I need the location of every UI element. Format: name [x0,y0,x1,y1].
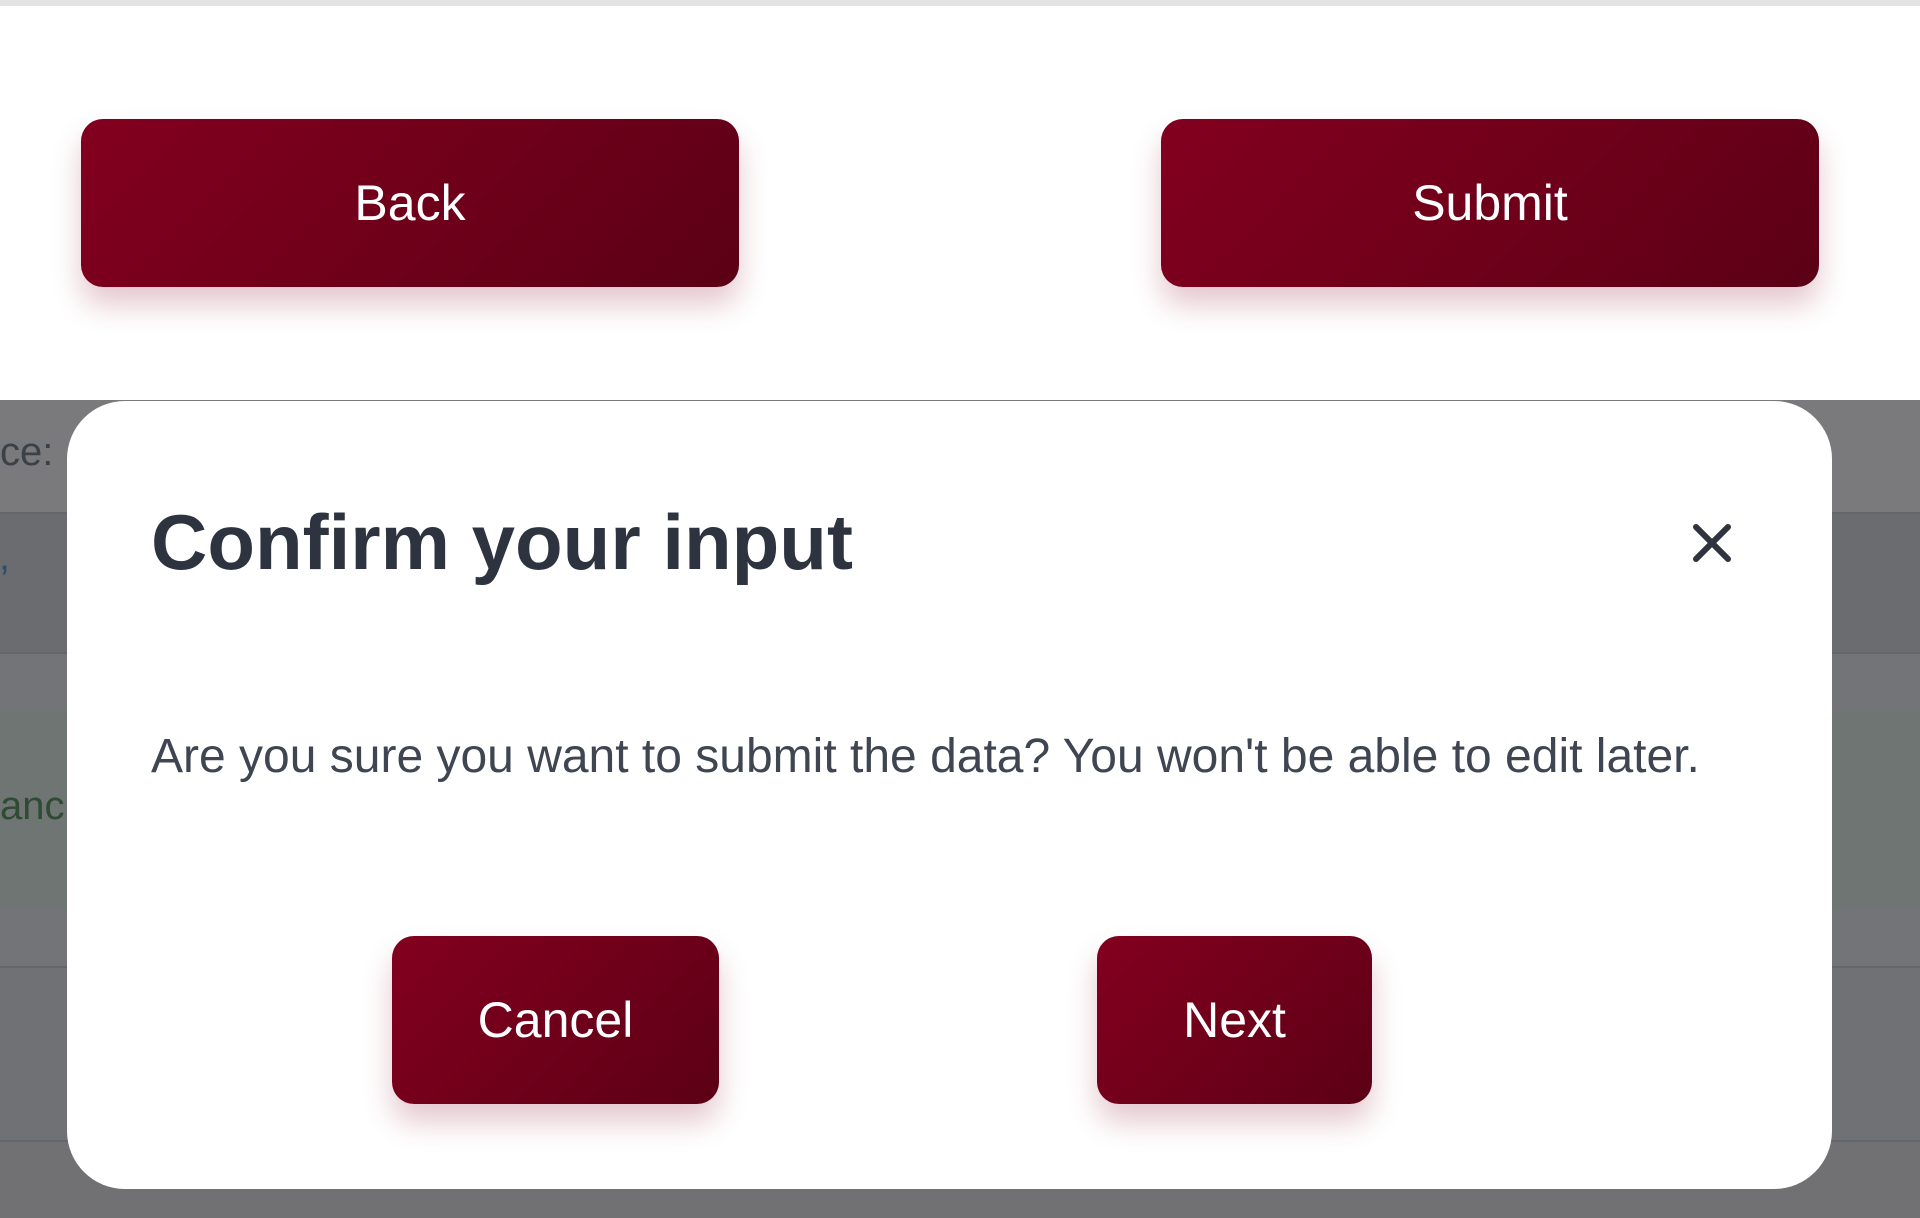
top-divider [0,0,1920,6]
confirm-dialog: Confirm your input Are you sure you want… [67,401,1832,1189]
close-icon [1693,524,1731,562]
dialog-title: Confirm your input [151,498,853,586]
dialog-message: Are you sure you want to submit the data… [151,730,1700,783]
background-value-fragment: ’ [0,558,9,602]
next-button[interactable]: Next [1097,936,1372,1104]
back-button[interactable]: Back [81,119,739,287]
submit-button[interactable]: Submit [1161,119,1819,287]
background-label-fragment: ce: [0,430,54,474]
cancel-button[interactable]: Cancel [392,936,719,1104]
close-button[interactable] [1682,513,1742,573]
background-status-fragment: anc [0,784,65,828]
